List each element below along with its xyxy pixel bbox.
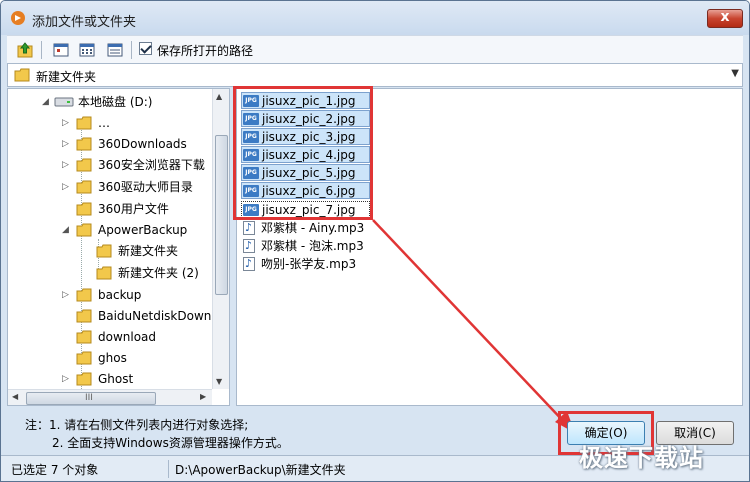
instructions: 注：1. 请在右侧文件列表内进行对象选择; 2. 全面支持Windows资源管理…: [25, 416, 289, 452]
instruction-line-1: 注：1. 请在右侧文件列表内进行对象选择;: [25, 418, 249, 432]
status-path: D:\ApowerBackup\新建文件夹: [175, 463, 346, 477]
instruction-line-2: 2. 全面支持Windows资源管理器操作方式。: [52, 436, 289, 450]
watermark: 极速下载站: [579, 444, 704, 472]
add-files-dialog: 添加文件或文件夹 x 保存所打开的路径 新建文件夹 ▼ ◢ 本地磁盘 (D:) …: [0, 0, 750, 482]
status-separator: [168, 460, 169, 478]
selection-count: 已选定 7 个对象: [11, 463, 99, 477]
annotation-arrow: [372, 219, 575, 433]
